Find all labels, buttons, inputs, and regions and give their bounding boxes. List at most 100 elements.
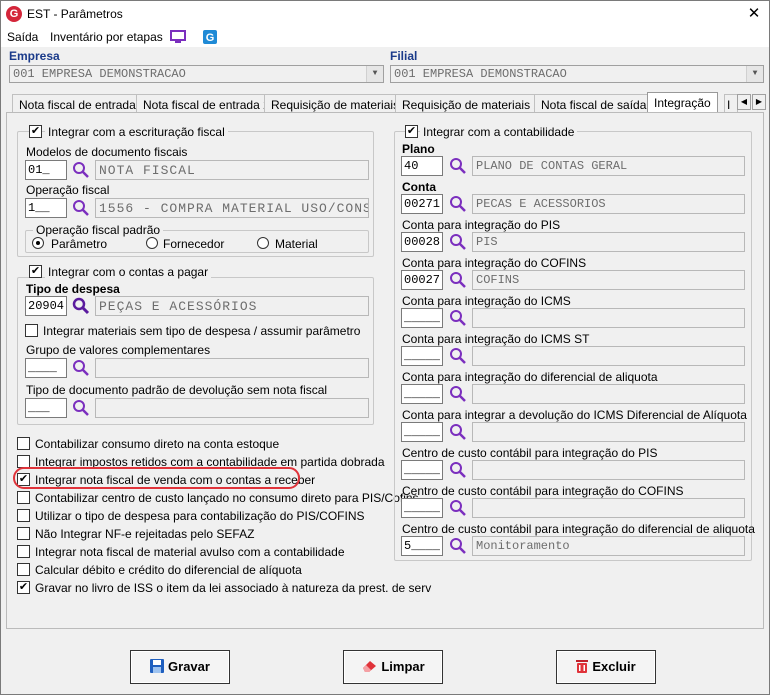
contab-field-desc: PECAS E ACESSORIOS [472,194,745,214]
contab-field-label: Conta para integração do ICMS [402,294,571,308]
contab-field-label: Plano [402,142,435,156]
contabilidade-title: Integrar com a contabilidade [420,125,578,139]
search-icon[interactable] [449,195,467,213]
option-checkbox-7[interactable] [17,563,30,576]
contab-field-label: Centro de custo contábil para integração… [402,522,755,536]
escrituracao-checkbox[interactable]: ✔ [29,125,42,138]
chevron-down-icon: ▼ [366,66,383,82]
tab-requisicao-materiais-2[interactable]: Requisição de materiais 2 [395,94,548,114]
contab-field-code-input[interactable]: 40 [401,156,443,176]
search-icon[interactable] [449,537,467,555]
tab-strip: Nota fiscal de entrada Nota fiscal de en… [8,92,768,114]
option-label-7: Calcular débito e crédito do diferencial… [35,563,302,577]
operacao-padrao-label: Operação fiscal padrão [33,223,164,237]
integration-panel: ✔ Integrar com a escrituração fiscal Mod… [6,112,764,629]
contab-field-code-input[interactable]: _____ [401,460,443,480]
search-icon[interactable] [72,399,90,417]
radio-parametro[interactable] [32,237,44,249]
search-icon[interactable] [72,161,90,179]
excluir-button[interactable]: Excluir [556,650,656,684]
option-label-5: Não Integrar NF-e rejeitadas pelo SEFAZ [35,527,255,541]
g-logo-icon[interactable]: G [203,30,217,44]
contab-field-label: Conta para integração do ICMS ST [402,332,590,346]
devolucao-desc [95,398,369,418]
contab-field-label: Conta para integração do COFINS [402,256,587,270]
tab-partial[interactable]: I [724,94,738,114]
contab-field-desc [472,460,745,480]
search-icon[interactable] [449,309,467,327]
search-icon[interactable] [449,271,467,289]
modelos-desc: NOTA FISCAL [95,160,369,180]
search-icon[interactable] [449,423,467,441]
modelos-label: Modelos de documento fiscais [26,145,188,159]
search-icon[interactable] [449,461,467,479]
tab-nota-fiscal-entrada-2[interactable]: Nota fiscal de entrada 2 [136,94,277,114]
monitor-icon[interactable] [170,30,186,44]
app-logo-icon: G [6,6,22,22]
contab-field-code-input[interactable]: 00028 [401,232,443,252]
tab-requisicao-materiais[interactable]: Requisição de materiais [264,94,407,114]
option-checkbox-8[interactable]: ✔ [17,581,30,594]
search-icon[interactable] [449,157,467,175]
sem-tipo-checkbox[interactable] [25,324,38,337]
trash-icon [576,660,589,673]
radio-material[interactable] [257,237,269,249]
chevron-down-icon: ▼ [746,66,763,82]
highlight-ring [13,467,300,489]
operacao-code-input[interactable]: 1__ [25,198,67,218]
contab-field-code-input[interactable]: 00271 [401,194,443,214]
filial-select[interactable]: 001 EMPRESA DEMONSTRACAO ▼ [390,65,764,83]
grupo-valores-input[interactable]: ____ [25,358,67,378]
save-icon [150,659,165,673]
tipo-despesa-label: Tipo de despesa [26,282,120,296]
search-icon[interactable] [72,359,90,377]
contas-pagar-checkbox[interactable]: ✔ [29,265,42,278]
menu-saida[interactable]: Saída [7,30,38,44]
contab-field-desc [472,422,745,442]
close-button[interactable]: ✕ [741,3,767,25]
svg-text:G: G [206,32,215,44]
contab-field-code-input[interactable]: _____ [401,422,443,442]
contab-field-desc [472,498,745,518]
empresa-select[interactable]: 001 EMPRESA DEMONSTRACAO ▼ [9,65,384,83]
search-icon[interactable] [72,199,90,217]
tab-integracao[interactable]: Integração [647,92,718,114]
contab-field-desc: COFINS [472,270,745,290]
option-checkbox-4[interactable] [17,509,30,522]
tab-scroll-left[interactable]: ◀ [737,94,751,110]
option-label-0: Contabilizar consumo direto na conta est… [35,437,280,451]
contab-field-code-input[interactable]: 5____ [401,536,443,556]
contab-field-code-input[interactable]: _____ [401,384,443,404]
search-icon[interactable] [449,347,467,365]
contabilidade-checkbox[interactable]: ✔ [405,125,418,138]
menu-inventario[interactable]: Inventário por etapas [50,30,163,44]
eraser-icon [363,661,377,672]
limpar-button[interactable]: Limpar [343,650,443,684]
contab-field-label: Centro de custo contábil para integração… [402,446,658,460]
contab-field-code-input[interactable]: 00027 [401,270,443,290]
window: G EST - Parâmetros ✕ Saída Inventário po… [0,0,770,695]
contab-field-code-input[interactable]: _____ [401,498,443,518]
contab-field-label: Centro de custo contábil para integração… [402,484,684,498]
contab-field-code-input[interactable]: _____ [401,346,443,366]
contas-pagar-title: Integrar com o contas a pagar [45,265,212,279]
search-icon[interactable] [449,233,467,251]
contab-field-label: Conta para integração do diferencial de … [402,370,658,384]
search-icon[interactable] [449,385,467,403]
radio-fornecedor[interactable] [146,237,158,249]
gravar-button[interactable]: Gravar [130,650,230,684]
tab-scroll-right[interactable]: ▶ [752,94,766,110]
option-checkbox-0[interactable] [17,437,30,450]
option-checkbox-6[interactable] [17,545,30,558]
devolucao-input[interactable]: ___ [25,398,67,418]
option-checkbox-5[interactable] [17,527,30,540]
search-icon[interactable] [449,499,467,517]
contab-field-code-input[interactable]: _____ [401,308,443,328]
option-checkbox-3[interactable] [17,491,30,504]
search-icon[interactable] [72,297,90,315]
contab-field-desc: Monitoramento [472,536,745,556]
tab-nota-fiscal-saida[interactable]: Nota fiscal de saída [534,94,654,114]
modelos-code-input[interactable]: 01_ [25,160,67,180]
tab-nota-fiscal-entrada[interactable]: Nota fiscal de entrada [12,94,143,114]
tipo-despesa-code-input[interactable]: 20904 [25,296,67,316]
